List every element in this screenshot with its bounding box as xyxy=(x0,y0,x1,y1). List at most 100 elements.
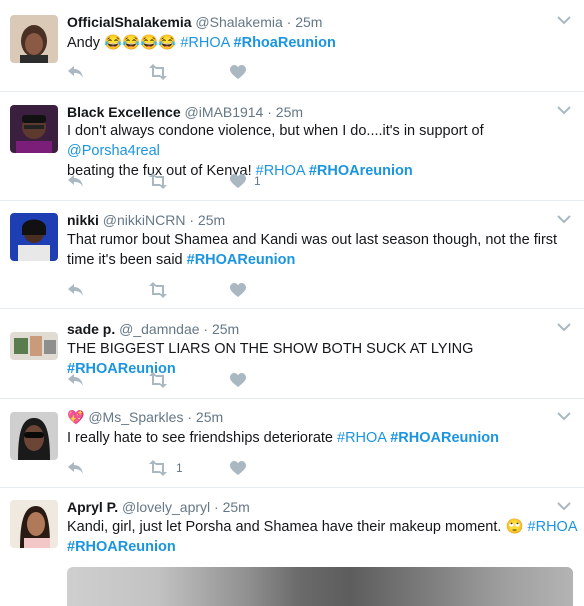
username[interactable]: @Shalakemia xyxy=(195,14,282,30)
heart-icon xyxy=(230,64,246,79)
display-name[interactable]: sade p. xyxy=(67,321,115,337)
chevron-down-icon[interactable] xyxy=(556,321,572,333)
reply-icon xyxy=(68,284,83,296)
reply-icon xyxy=(68,462,83,474)
display-name[interactable]: Black Excellence xyxy=(67,104,181,120)
avatar[interactable] xyxy=(10,412,58,460)
tweet-text-content: THE BIGGEST LIARS ON THE SHOW BOTH SUCK … xyxy=(67,341,474,357)
retweet-button[interactable] xyxy=(148,281,168,299)
retweet-icon xyxy=(149,64,167,80)
username[interactable]: @_damndae xyxy=(119,321,199,337)
avatar[interactable] xyxy=(10,213,58,261)
retweet-icon xyxy=(149,282,167,298)
retweet-count: 1 xyxy=(176,461,183,475)
tweet-text: THE BIGGEST LIARS ON THE SHOW BOTH SUCK … xyxy=(67,339,579,379)
username[interactable]: @nikkiNCRN xyxy=(103,212,186,228)
reply-button[interactable] xyxy=(67,172,85,190)
reply-button[interactable] xyxy=(67,371,85,389)
tweet-header: sade p. @_damndae · 25m xyxy=(67,319,239,339)
like-button[interactable] xyxy=(230,371,246,389)
retweet-button[interactable] xyxy=(148,63,168,81)
reply-button[interactable] xyxy=(67,281,85,299)
chevron-down-icon[interactable] xyxy=(556,410,572,422)
reply-icon xyxy=(68,374,83,386)
tweet[interactable]: Black Excellence @iMAB1914 · 25m I don't… xyxy=(0,92,584,201)
hashtag[interactable]: #RHOAReunion xyxy=(187,252,296,268)
timestamp[interactable]: 25m xyxy=(223,499,250,515)
retweet-icon xyxy=(149,173,167,189)
tweet-header: Black Excellence @iMAB1914 · 25m xyxy=(67,102,303,122)
username[interactable]: @lovely_apryl xyxy=(122,499,210,515)
separator: · xyxy=(189,212,195,228)
tweet-text: Kandi, girl, just let Porsha and Shamea … xyxy=(67,517,579,557)
reply-icon xyxy=(68,175,83,187)
tweet-text-content: Andy 😂😂😂😂 xyxy=(67,35,177,51)
separator: · xyxy=(203,321,209,337)
tweet-media-image[interactable] xyxy=(67,567,573,606)
tweet-text-content: Kandi, girl, just let Porsha and Shamea … xyxy=(67,519,524,535)
display-name[interactable]: nikki xyxy=(67,212,99,228)
tweet-text: I really hate to see friendships deterio… xyxy=(67,428,579,448)
tweet-text-content: I don't always condone violence, but whe… xyxy=(67,123,484,139)
chevron-down-icon[interactable] xyxy=(556,104,572,116)
like-button[interactable] xyxy=(230,459,246,477)
display-name[interactable]: Apryl P. xyxy=(67,499,118,515)
retweet-button[interactable] xyxy=(148,172,168,190)
retweet-button[interactable]: 1 xyxy=(148,459,183,477)
heart-icon xyxy=(230,282,246,297)
retweet-button[interactable] xyxy=(148,371,168,389)
tweet-text: That rumor bout Shamea and Kandi was out… xyxy=(67,230,579,270)
separator: · xyxy=(214,499,219,515)
hashtag[interactable]: #RHOAReunion xyxy=(67,539,176,555)
display-name[interactable]: 💖 xyxy=(67,409,84,425)
username[interactable]: @Ms_Sparkles xyxy=(88,409,183,425)
reply-button[interactable] xyxy=(67,63,85,81)
hashtag[interactable]: #RHOA xyxy=(180,35,229,51)
timestamp[interactable]: 25m xyxy=(196,409,223,425)
username[interactable]: @iMAB1914 xyxy=(185,104,264,120)
hashtag[interactable]: #RhoaReunion xyxy=(234,35,336,51)
tweet-text: I don't always condone violence, but whe… xyxy=(67,121,579,181)
like-button[interactable] xyxy=(230,63,246,81)
display-name[interactable]: OfficialShalakemia xyxy=(67,14,192,30)
heart-icon xyxy=(230,372,246,387)
like-button[interactable] xyxy=(230,281,246,299)
hashtag[interactable]: #RHOA xyxy=(528,519,578,535)
hashtag[interactable]: #RHOAreunion xyxy=(309,163,413,179)
heart-icon xyxy=(230,460,246,475)
tweet[interactable]: 💖 @Ms_Sparkles · 25m I really hate to se… xyxy=(0,399,584,488)
tweet-text: Andy 😂😂😂😂 #RHOA #RhoaReunion xyxy=(67,33,579,53)
like-button[interactable]: 1 xyxy=(230,172,261,190)
separator: · xyxy=(286,14,292,30)
tweet[interactable]: Apryl P. @lovely_apryl · 25m Kandi, girl… xyxy=(0,488,584,606)
hashtag[interactable]: #RHOA xyxy=(256,163,305,179)
tweet[interactable]: nikki @nikkiNCRN · 25m That rumor bout S… xyxy=(0,201,584,309)
mention-link[interactable]: @Porsha4real xyxy=(67,143,160,159)
avatar[interactable] xyxy=(10,105,58,153)
retweet-icon xyxy=(149,460,167,476)
heart-icon xyxy=(230,173,246,188)
avatar[interactable] xyxy=(10,332,58,360)
timestamp[interactable]: 25m xyxy=(212,321,239,337)
like-count: 1 xyxy=(254,174,261,188)
avatar[interactable] xyxy=(10,500,58,548)
tweet-header: nikki @nikkiNCRN · 25m xyxy=(67,210,225,230)
reply-button[interactable] xyxy=(67,459,85,477)
separator: · xyxy=(267,104,272,120)
timestamp[interactable]: 25m xyxy=(295,14,322,30)
tweet[interactable]: OfficialShalakemia @Shalakemia · 25m And… xyxy=(0,0,584,92)
tweet-text-content: I really hate to see friendships deterio… xyxy=(67,430,333,446)
timestamp[interactable]: 25m xyxy=(276,104,303,120)
tweet-header: Apryl P. @lovely_apryl · 25m xyxy=(67,497,250,517)
chevron-down-icon[interactable] xyxy=(556,14,572,26)
tweet-text-content: time it's been said xyxy=(67,252,183,268)
chevron-down-icon[interactable] xyxy=(556,500,572,512)
tweet[interactable]: sade p. @_damndae · 25m THE BIGGEST LIAR… xyxy=(0,309,584,399)
timestamp[interactable]: 25m xyxy=(198,212,225,228)
avatar[interactable] xyxy=(10,15,58,63)
separator: · xyxy=(187,409,193,425)
hashtag[interactable]: #RHOA xyxy=(337,430,386,446)
hashtag[interactable]: #RHOAReunion xyxy=(390,430,499,446)
tweet-header: OfficialShalakemia @Shalakemia · 25m xyxy=(67,12,322,32)
chevron-down-icon[interactable] xyxy=(556,213,572,225)
